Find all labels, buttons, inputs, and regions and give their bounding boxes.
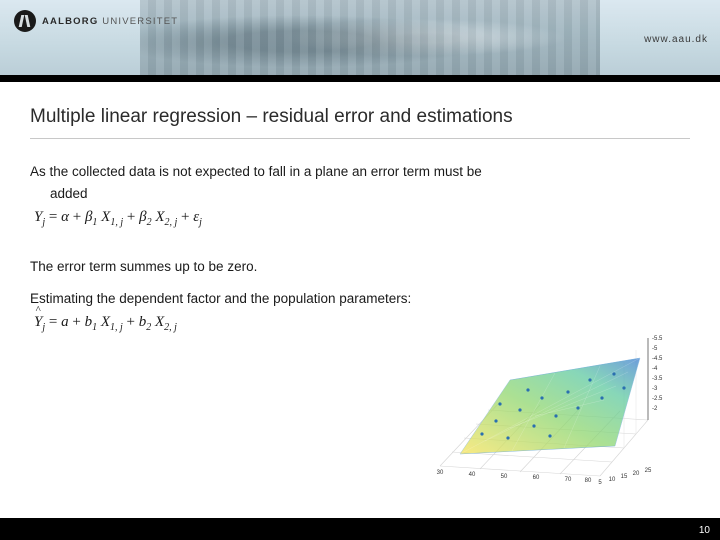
svg-text:50: 50: [501, 474, 508, 480]
header-divider: [0, 75, 720, 82]
paragraph-1-line-1: As the collected data is not expected to…: [30, 163, 690, 181]
paragraph-3: Estimating the dependent factor and the …: [30, 290, 690, 308]
svg-text:-2: -2: [652, 406, 658, 412]
logo-text-strong: AALBORG: [42, 16, 98, 27]
logo-text-light: UNIVERSITET: [98, 16, 178, 27]
svg-text:20: 20: [633, 471, 640, 477]
svg-text:10: 10: [609, 477, 616, 483]
svg-text:-3: -3: [652, 386, 658, 392]
logo-text: AALBORG UNIVERSITET: [42, 16, 178, 27]
svg-text:-3.5: -3.5: [652, 376, 663, 382]
svg-text:70: 70: [565, 477, 572, 483]
logo-mark-icon: [14, 10, 36, 32]
svg-text:15: 15: [621, 474, 628, 480]
svg-text:-5.5: -5.5: [652, 336, 663, 342]
svg-text:60: 60: [533, 475, 540, 481]
svg-text:30: 30: [437, 470, 444, 476]
paragraph-2: The error term summes up to be zero.: [30, 258, 690, 276]
svg-text:25: 25: [645, 468, 652, 474]
header-photo: [140, 0, 600, 75]
university-logo: AALBORG UNIVERSITET: [14, 10, 178, 32]
svg-text:-5: -5: [652, 346, 658, 352]
formula-1: Yj = α + β1 X1, j + β2 X2, j + εj: [34, 207, 690, 230]
header-banner: AALBORG UNIVERSITET www.aau.dk: [0, 0, 720, 82]
svg-text:-4.5: -4.5: [652, 356, 663, 362]
svg-text:-2.5: -2.5: [652, 396, 663, 402]
svg-text:-4: -4: [652, 366, 658, 372]
footer-bar: 10: [0, 518, 720, 540]
svg-text:80: 80: [585, 478, 592, 484]
slide-title: Multiple linear regression – residual er…: [30, 106, 690, 139]
svg-text:40: 40: [469, 472, 476, 478]
regression-3d-plot: -5.5 -5 -4.5 -4 -3.5 -3 -2.5 -2 5 10 15 …: [400, 326, 680, 486]
slide-content: As the collected data is not expected to…: [30, 163, 690, 335]
slide-number: 10: [699, 525, 710, 536]
paragraph-1-line-2: added: [30, 185, 690, 203]
header-url: www.aau.dk: [644, 34, 708, 45]
